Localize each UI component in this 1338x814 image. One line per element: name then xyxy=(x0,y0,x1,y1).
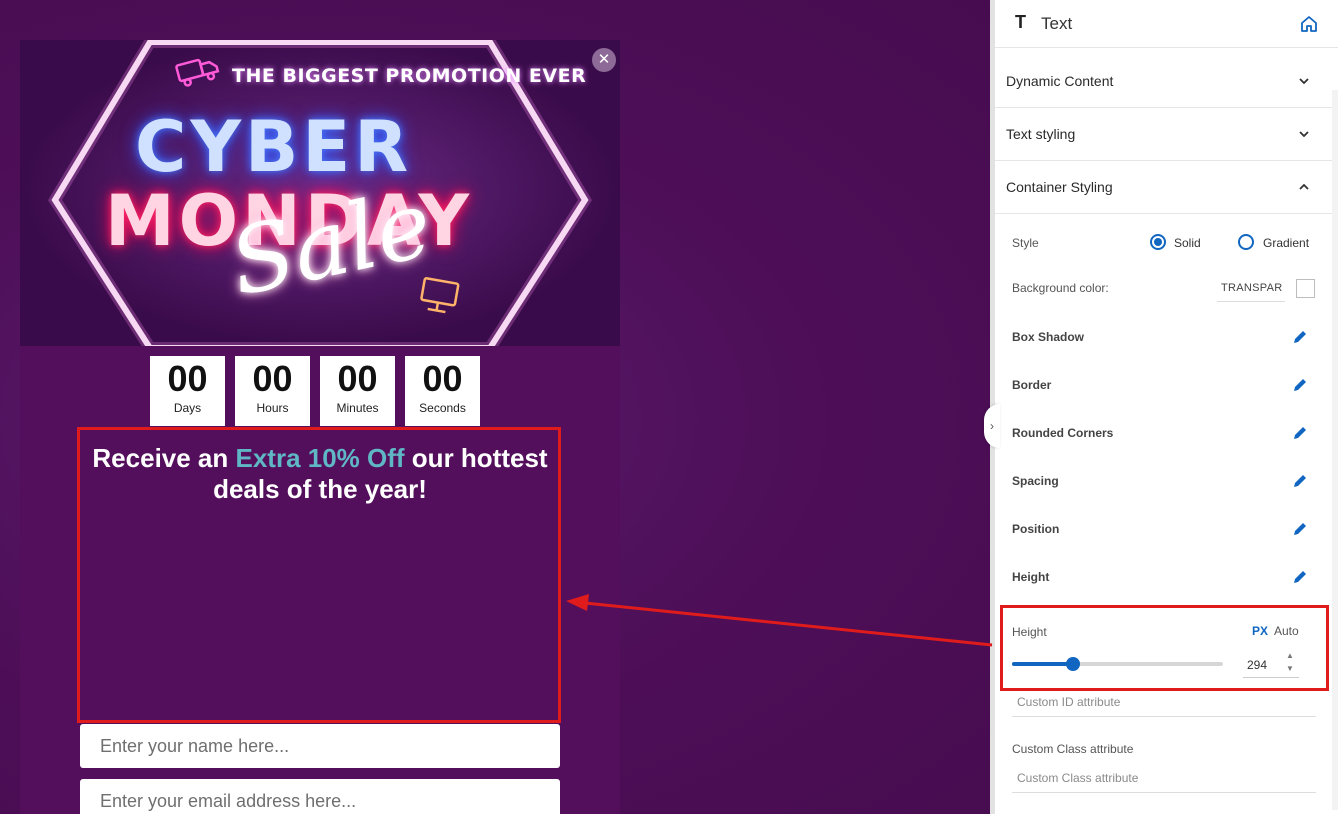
section-label: Container Styling xyxy=(1006,179,1113,195)
hero-image[interactable]: THE BIGGEST PROMOTION EVER CYBER MONDAY … xyxy=(20,40,620,346)
popup-preview[interactable]: THE BIGGEST PROMOTION EVER CYBER MONDAY … xyxy=(20,40,620,814)
headline-text[interactable]: Receive an Extra 10% Off our hottest dea… xyxy=(80,443,560,505)
custom-class-label: Custom Class attribute xyxy=(1012,742,1134,756)
countdown-label: Days xyxy=(173,401,202,415)
panel-title: Text xyxy=(1041,14,1073,33)
hero-word-cyber: CYBER xyxy=(135,106,413,188)
style-label: Style xyxy=(1012,236,1039,250)
countdown-value: 00 xyxy=(337,358,378,399)
pencil-icon[interactable] xyxy=(1291,568,1309,586)
countdown-value: 00 xyxy=(422,358,463,399)
unit-px-toggle[interactable]: PX xyxy=(1252,624,1268,638)
background-color-input[interactable]: TRANSPAR xyxy=(1217,276,1285,302)
countdown-label: Seconds xyxy=(419,401,466,415)
truck-icon xyxy=(175,58,220,87)
countdown-timer[interactable]: 00 Days 00 Hours 00 Minutes 00 Seconds xyxy=(150,356,480,426)
countdown-value: 00 xyxy=(167,358,208,399)
panel-scrollbar[interactable] xyxy=(1332,90,1338,810)
height-control: Height PX Auto 294 ▲ ▼ xyxy=(1000,605,1329,691)
style-solid-label: Solid xyxy=(1174,236,1201,250)
background-color-label: Background color: xyxy=(1012,281,1109,295)
countdown-label: Minutes xyxy=(336,401,379,415)
hero-promo-line: THE BIGGEST PROMOTION EVER xyxy=(232,65,587,87)
pencil-icon[interactable] xyxy=(1291,328,1309,346)
chevron-down-icon xyxy=(1299,78,1309,85)
box-shadow-label: Box Shadow xyxy=(1012,330,1085,344)
chevron-down-icon xyxy=(1299,131,1309,138)
countdown-days: 00 Days xyxy=(150,356,225,426)
panel-header: T Text xyxy=(995,0,1338,48)
name-input[interactable] xyxy=(80,724,560,768)
custom-class-input[interactable] xyxy=(1012,763,1316,793)
headline-prefix: Receive an xyxy=(92,443,236,473)
height-slider-thumb[interactable] xyxy=(1066,657,1081,671)
editor-canvas: THE BIGGEST PROMOTION EVER CYBER MONDAY … xyxy=(0,0,990,814)
height-label: Height xyxy=(1012,625,1047,639)
countdown-value: 00 xyxy=(252,358,293,399)
countdown-label: Hours xyxy=(256,401,289,415)
section-label: Text styling xyxy=(1006,126,1076,142)
monitor-icon xyxy=(420,277,460,314)
spin-down-icon[interactable]: ▼ xyxy=(1286,664,1294,673)
section-label: Dynamic Content xyxy=(1006,73,1114,89)
chevron-right-icon[interactable]: › xyxy=(984,404,1000,448)
style-solid-radio[interactable] xyxy=(1150,234,1166,250)
style-gradient-radio[interactable] xyxy=(1238,234,1254,250)
text-t-icon: T xyxy=(1015,12,1026,32)
countdown-hours: 00 Hours xyxy=(235,356,310,426)
pencil-icon[interactable] xyxy=(1291,424,1309,442)
background-color-swatch[interactable] xyxy=(1296,279,1315,298)
pencil-icon[interactable] xyxy=(1291,376,1309,394)
position-label: Position xyxy=(1012,522,1060,536)
countdown-minutes: 00 Minutes xyxy=(320,356,395,426)
height-section-label: Height xyxy=(1012,570,1050,584)
chevron-up-icon xyxy=(1299,183,1309,190)
headline-accent: Extra 10% Off xyxy=(235,443,405,473)
pencil-icon[interactable] xyxy=(1291,472,1309,490)
close-icon[interactable]: ✕ xyxy=(592,48,616,72)
unit-auto-toggle[interactable]: Auto xyxy=(1274,624,1299,638)
style-gradient-label: Gradient xyxy=(1263,236,1310,250)
home-icon[interactable] xyxy=(1299,14,1319,34)
height-slider-track[interactable] xyxy=(1012,662,1223,666)
section-container-styling[interactable]: Container Styling xyxy=(995,161,1332,214)
height-slider-fill xyxy=(1012,662,1074,666)
spin-up-icon[interactable]: ▲ xyxy=(1286,651,1294,660)
custom-id-input[interactable] xyxy=(1012,687,1316,717)
pencil-icon[interactable] xyxy=(1291,520,1309,538)
email-input[interactable] xyxy=(80,779,560,814)
rounded-corners-label: Rounded Corners xyxy=(1012,426,1114,440)
countdown-seconds: 00 Seconds xyxy=(405,356,480,426)
spacing-label: Spacing xyxy=(1012,474,1059,488)
section-dynamic-content[interactable]: Dynamic Content xyxy=(995,55,1332,108)
border-label: Border xyxy=(1012,378,1052,392)
properties-panel: T Text Dynamic Content Text styling Cont… xyxy=(995,0,1338,814)
section-text-styling[interactable]: Text styling xyxy=(995,108,1332,161)
